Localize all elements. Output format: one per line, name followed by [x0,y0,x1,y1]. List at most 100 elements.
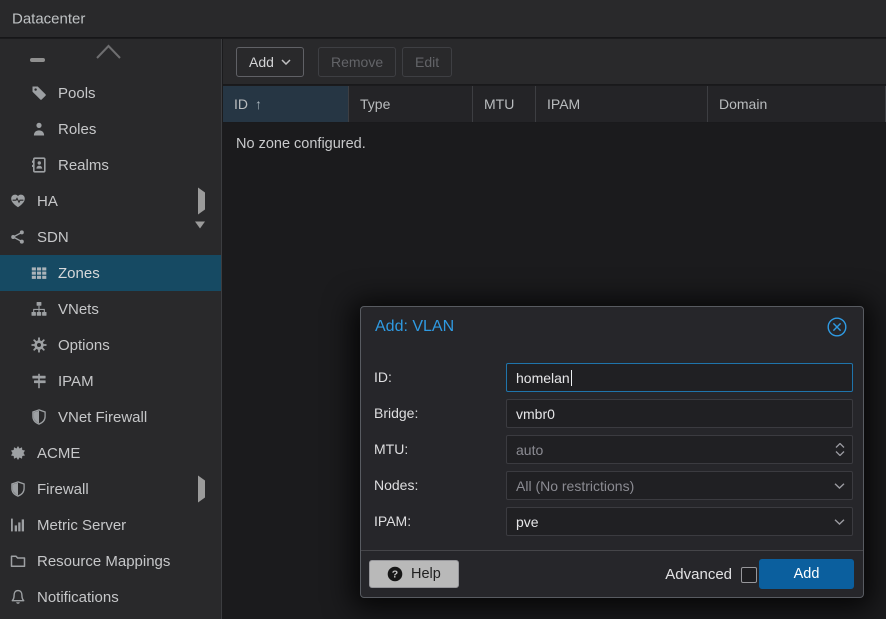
close-icon[interactable] [826,316,848,338]
id-field-row: ID: homelan [361,363,863,392]
nodes-select[interactable]: All (No restrictions) [506,471,853,500]
dialog-add-button[interactable]: Add [759,559,854,589]
sidebar-item-label: Notifications [37,589,119,606]
column-header-domain[interactable]: Domain [708,86,886,122]
sidebar-item-label: VNets [58,301,99,318]
add-vlan-dialog: Add: VLAN ID: homelan Bridge: vmbr0 MTU:… [360,306,864,598]
sidebar-item-firewall[interactable]: Firewall [0,471,221,507]
nodes-field-row: Nodes: All (No restrictions) [361,471,863,500]
id-input[interactable]: homelan [506,363,853,392]
sidebar-item-zones[interactable]: Zones [0,255,221,291]
edit-button-label: Edit [415,54,439,70]
column-label: ID [234,96,248,112]
help-button[interactable]: ? Help [369,560,459,588]
column-header-mtu[interactable]: MTU [473,86,536,122]
sidebar-item-sdn[interactable]: SDN [0,219,221,255]
id-input-value: homelan [516,370,570,386]
app-header: Datacenter [0,0,886,38]
question-circle-icon: ? [387,566,403,582]
sidebar-item-acme[interactable]: ACME [0,435,221,471]
sidebar-item-label: Realms [58,157,109,174]
chevron-down-icon [281,59,291,65]
sidebar-item-clipped[interactable] [0,39,221,75]
spinner-arrows-icon[interactable] [835,436,845,463]
sitemap-icon [31,301,47,317]
sidebar-item-options[interactable]: Options [0,327,221,363]
dialog-footer: ? Help Advanced Add [361,550,863,597]
svg-text:?: ? [392,569,398,581]
sidebar-item-metric-server[interactable]: Metric Server [0,507,221,543]
sidebar-item-label: Firewall [37,481,89,498]
expand-right-icon[interactable] [198,481,205,498]
table-empty-text: No zone configured. [236,136,366,152]
sidebar-item-roles[interactable]: Roles [0,111,221,147]
bridge-input-value: vmbr0 [516,406,555,422]
grid-icon [31,265,47,281]
sidebar-item-label: IPAM [58,373,94,390]
dialog-add-button-label: Add [794,566,820,582]
expand-right-icon[interactable] [198,193,205,210]
shield-icon [31,409,47,425]
column-label: Domain [719,96,767,112]
bridge-field-row: Bridge: vmbr0 [361,399,863,428]
column-label: MTU [484,96,514,112]
bell-icon [10,589,26,605]
dialog-title: Add: VLAN [375,318,454,336]
advanced-label: Advanced [665,566,732,583]
heartbeat-icon [10,193,26,209]
column-header-ipam[interactable]: IPAM [536,86,708,122]
chevron-down-icon[interactable] [834,508,845,535]
advanced-checkbox[interactable] [741,567,757,583]
sidebar-item-label: SDN [37,229,69,246]
nodes-field-label: Nodes: [374,471,418,500]
sidebar-item-resource-mappings[interactable]: Resource Mappings [0,543,221,579]
column-label: Type [360,96,390,112]
collapse-down-icon[interactable] [195,229,205,246]
mtu-spinner[interactable]: auto [506,435,853,464]
folder-icon [10,553,26,569]
column-header-type[interactable]: Type [349,86,473,122]
mtu-field-label: MTU: [374,435,408,464]
column-header-id[interactable]: ID ↑ [223,86,349,122]
mtu-field-row: MTU: auto [361,435,863,464]
sidebar-item-label: ACME [37,445,80,462]
scroll-up-indicator-icon [95,43,122,60]
sidebar-item-label: Options [58,337,110,354]
mtu-placeholder: auto [516,442,543,458]
ipam-field-label: IPAM: [374,507,411,536]
page-title: Datacenter [12,10,85,27]
sidebar-item-realms[interactable]: Realms [0,147,221,183]
column-label: IPAM [547,96,580,112]
remove-button-label: Remove [331,54,383,70]
user-icon [31,121,47,137]
ipam-select[interactable]: pve [506,507,853,536]
sidebar-item-pools[interactable]: Pools [0,75,221,111]
sidebar-item-ha[interactable]: HA [0,183,221,219]
bridge-field-label: Bridge: [374,399,418,428]
sidebar-item-notifications[interactable]: Notifications [0,579,221,615]
bar-chart-icon [10,517,26,533]
sort-asc-icon: ↑ [255,96,262,112]
gear-icon [31,337,47,353]
nodes-placeholder: All (No restrictions) [516,478,634,494]
sidebar-tree: Pools Roles Realms HA SDN Zones [0,39,222,619]
sidebar-item-ipam[interactable]: IPAM [0,363,221,399]
sidebar-item-vnet-firewall[interactable]: VNet Firewall [0,399,221,435]
bridge-input[interactable]: vmbr0 [506,399,853,428]
burst-icon [10,445,26,461]
remove-button[interactable]: Remove [318,47,396,77]
signpost-icon [31,373,47,389]
sidebar-item-label: VNet Firewall [58,409,147,426]
clipped-item-icon [30,58,45,62]
shield-icon [10,481,26,497]
sidebar-item-label: Pools [58,85,96,102]
help-button-label: Help [411,566,441,582]
network-icon [10,229,26,245]
sidebar-item-vnets[interactable]: VNets [0,291,221,327]
edit-button[interactable]: Edit [402,47,452,77]
chevron-down-icon[interactable] [834,472,845,499]
ipam-select-value: pve [516,514,539,530]
ipam-field-row: IPAM: pve [361,507,863,536]
add-button[interactable]: Add [236,47,304,77]
add-button-label: Add [249,54,274,70]
